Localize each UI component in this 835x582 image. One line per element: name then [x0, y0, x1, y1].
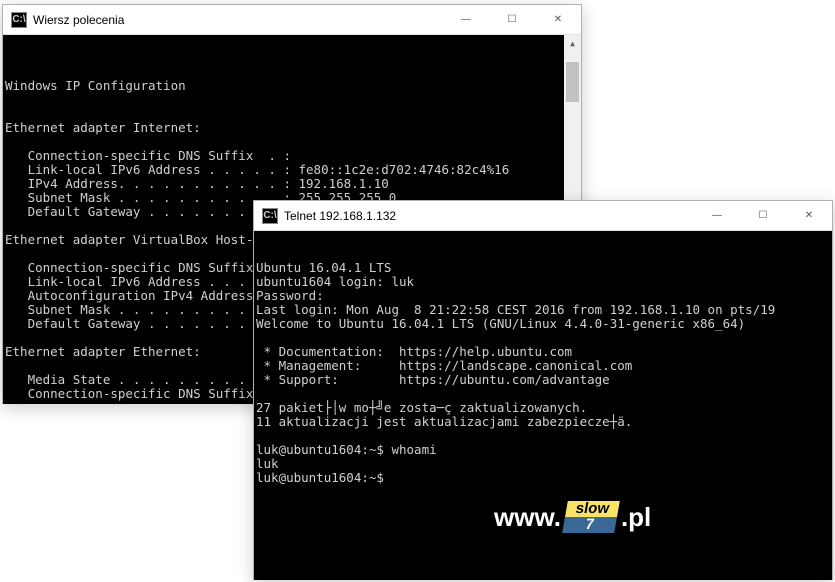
watermark-logo-bot: 7	[562, 517, 617, 533]
telnet-output: Ubuntu 16.04.1 LTS ubuntu1604 login: luk…	[256, 261, 830, 485]
telnet-terminal[interactable]: Ubuntu 16.04.1 LTS ubuntu1604 login: luk…	[254, 231, 832, 580]
telnet-title: Telnet 192.168.1.132	[284, 209, 694, 223]
maximize-button[interactable]: ☐	[740, 201, 786, 231]
terminal-icon: C:\	[262, 208, 278, 224]
cmd-titlebar[interactable]: C:\ Wiersz polecenia — ☐ ✕	[3, 5, 581, 35]
minimize-button[interactable]: —	[694, 201, 740, 231]
telnet-window: C:\ Telnet 192.168.1.132 — ☐ ✕ Ubuntu 16…	[253, 200, 833, 580]
watermark-suffix: .pl	[621, 510, 651, 524]
terminal-icon: C:\	[11, 12, 27, 28]
maximize-button[interactable]: ☐	[489, 5, 535, 35]
cmd-title: Wiersz polecenia	[33, 13, 443, 27]
close-button[interactable]: ✕	[786, 201, 832, 231]
minimize-button[interactable]: —	[443, 5, 489, 35]
scroll-up-button[interactable]: ▲	[564, 35, 581, 52]
watermark-logo-top: slow	[565, 501, 620, 517]
scroll-thumb[interactable]	[566, 62, 579, 102]
telnet-titlebar[interactable]: C:\ Telnet 192.168.1.132 — ☐ ✕	[254, 201, 832, 231]
close-button[interactable]: ✕	[535, 5, 581, 35]
watermark: www. slow 7 .pl	[494, 501, 651, 533]
watermark-logo: slow 7	[562, 501, 620, 533]
watermark-prefix: www.	[494, 510, 561, 524]
